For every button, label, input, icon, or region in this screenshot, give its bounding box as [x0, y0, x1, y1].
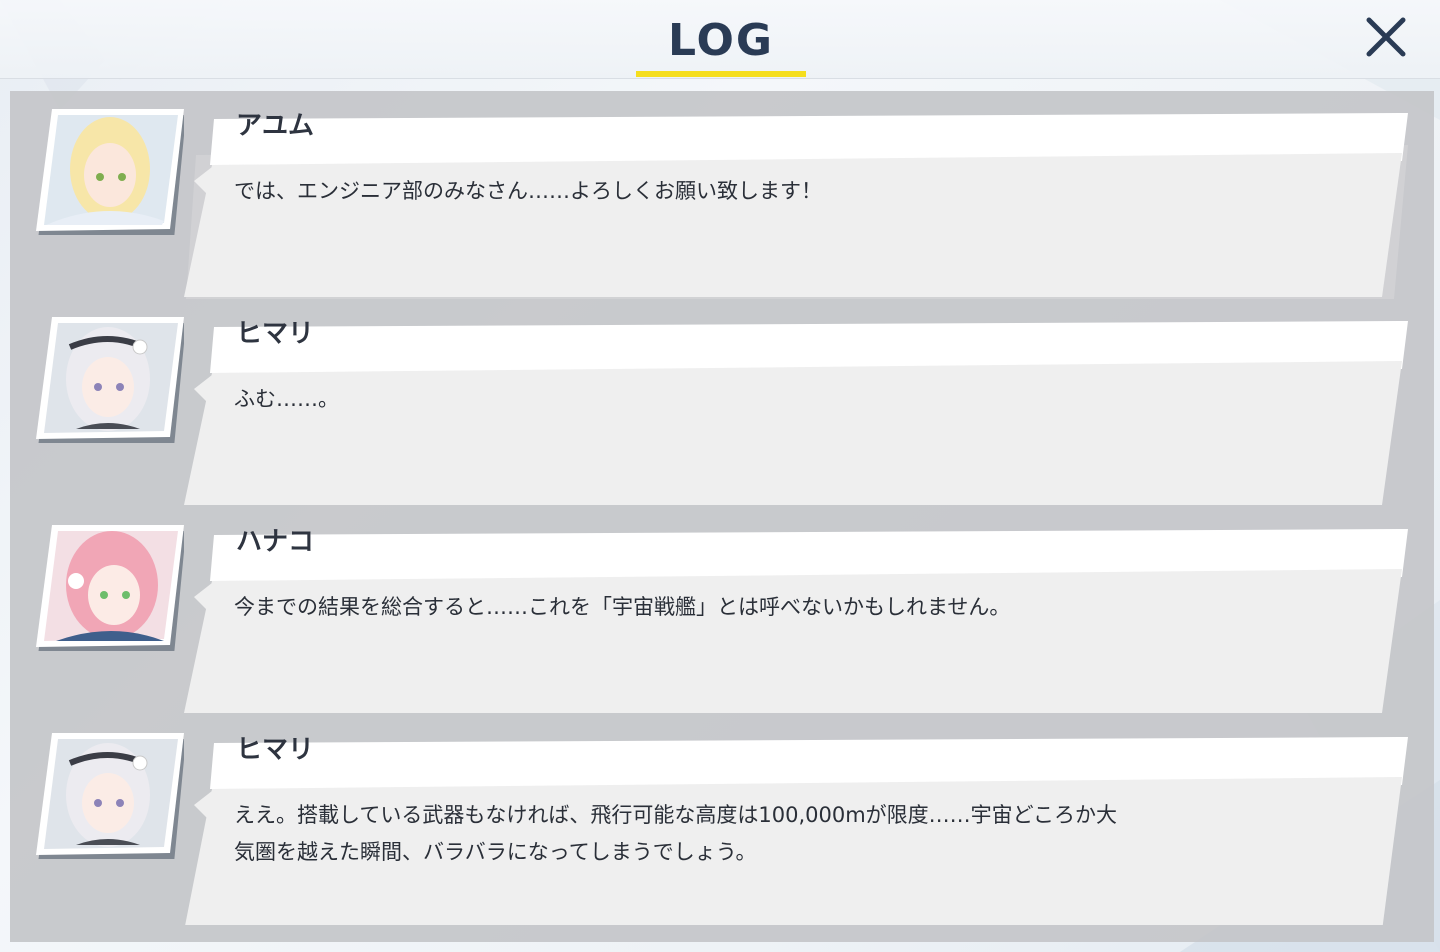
speaker-name: ヒマリ: [236, 735, 315, 765]
title-underline: [636, 71, 806, 77]
log-header: LOG: [0, 0, 1440, 79]
log-entry: ヒマリ ふむ……。: [10, 299, 1434, 505]
page-title: LOG: [668, 15, 774, 66]
close-button[interactable]: [1360, 12, 1412, 64]
log-entry: ハナコ 今までの結果を総合すると……これを「宇宙戦艦」とは呼べないかもしれません…: [10, 507, 1434, 713]
avatar-himari: [36, 733, 184, 859]
dialogue-text: 今までの結果を総合すると……これを「宇宙戦艦」とは呼べないかもしれません。: [234, 595, 1011, 619]
avatar-himari: [36, 317, 184, 443]
log-entry: ヒマリ ええ。搭載している武器もなければ、飛行可能な高度は100,000mが限度…: [10, 715, 1434, 925]
log-entry: アユム では、エンジニア部のみなさん……よろしくお願い致します！: [10, 91, 1434, 299]
avatar-hanako: [36, 525, 184, 651]
dialogue-text: ええ。搭載している武器もなければ、飛行可能な高度は100,000mが限度……宇宙…: [234, 803, 1118, 864]
avatar-ayumu: [36, 109, 184, 235]
dialogue-text: ふむ……。: [234, 387, 339, 411]
speaker-name: ヒマリ: [236, 319, 315, 349]
dialogue-text: では、エンジニア部のみなさん……よろしくお願い致します！: [234, 179, 822, 203]
speaker-name: ハナコ: [236, 527, 315, 557]
close-icon: [1366, 17, 1406, 57]
speaker-name: アユム: [236, 111, 315, 141]
log-list[interactable]: アユム では、エンジニア部のみなさん……よろしくお願い致します！ ヒマリ ふむ……: [10, 91, 1434, 942]
